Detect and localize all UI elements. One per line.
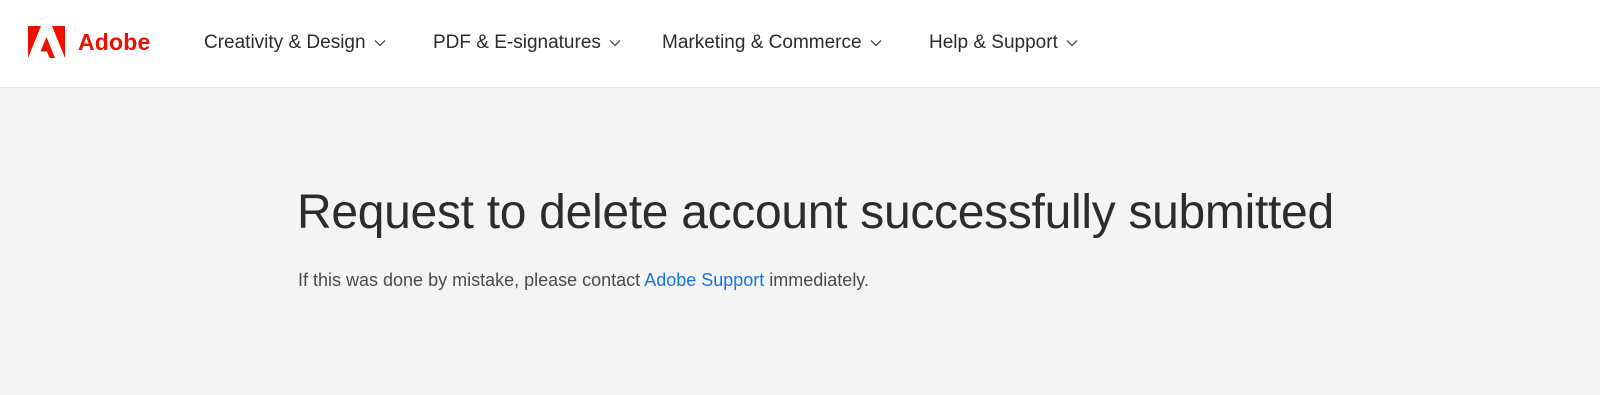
page-title: Request to delete account successfully s… xyxy=(297,186,1334,239)
adobe-support-link[interactable]: Adobe Support xyxy=(644,270,764,290)
nav-pdf-esignatures[interactable]: PDF & E-signatures xyxy=(433,28,621,58)
adobe-logo-text: Adobe xyxy=(78,29,151,55)
nav-label: PDF & E-signatures xyxy=(433,32,601,53)
nav-help-support[interactable]: Help & Support xyxy=(929,28,1078,58)
chevron-down-icon xyxy=(609,40,621,47)
chevron-down-icon xyxy=(870,40,882,47)
chevron-down-icon xyxy=(1066,40,1078,47)
nav-creativity-design[interactable]: Creativity & Design xyxy=(204,28,386,58)
message-suffix: immediately. xyxy=(764,270,869,290)
confirmation-message: If this was done by mistake, please cont… xyxy=(298,268,869,292)
chevron-down-icon xyxy=(374,40,386,47)
nav-label: Help & Support xyxy=(929,32,1058,53)
nav-label: Creativity & Design xyxy=(204,32,366,53)
adobe-logo-icon xyxy=(28,26,65,58)
adobe-logo-link[interactable]: Adobe xyxy=(28,25,151,59)
site-header: Adobe Creativity & Design PDF & E-signat… xyxy=(0,0,1600,88)
nav-marketing-commerce[interactable]: Marketing & Commerce xyxy=(662,28,882,58)
nav-label: Marketing & Commerce xyxy=(662,32,862,53)
message-prefix: If this was done by mistake, please cont… xyxy=(298,270,645,290)
